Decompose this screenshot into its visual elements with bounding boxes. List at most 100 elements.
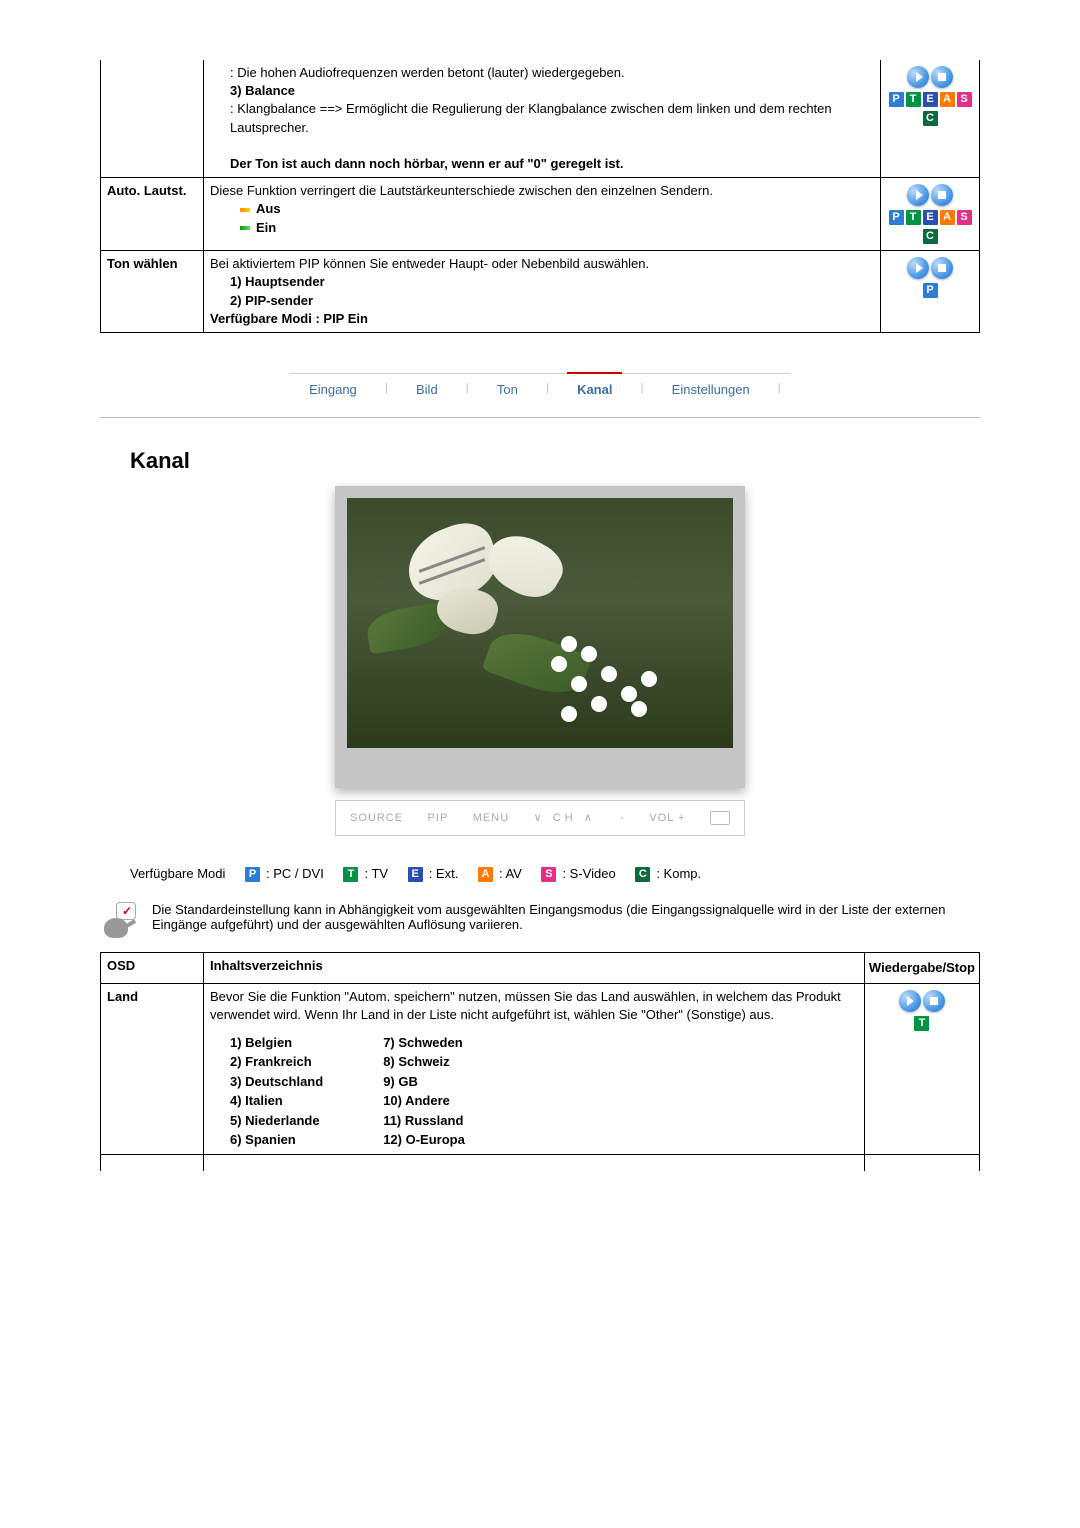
tab-bild[interactable]: Bild	[406, 382, 448, 397]
tag-s-icon: S	[957, 92, 972, 107]
btn-menu: MENU	[473, 812, 509, 824]
tag-c-icon: C	[923, 229, 938, 244]
modi-e: : Ext.	[429, 866, 459, 881]
tag-e-icon: E	[923, 210, 938, 225]
tab-eingang[interactable]: Eingang	[299, 382, 367, 397]
hdr-osd: OSD	[101, 952, 204, 983]
section-title: Kanal	[130, 448, 980, 474]
tag-p-icon: P	[889, 210, 904, 225]
tag-c-icon: C	[635, 867, 650, 882]
note-row: ✓ Die Standardeinstellung kann in Abhäng…	[100, 902, 980, 938]
play-icon[interactable]	[907, 184, 929, 206]
tag-p-icon: P	[889, 92, 904, 107]
ch-label: CH	[553, 812, 577, 824]
monitor-controls: SOURCE PIP MENU ∨ CH ∧ - VOL +	[335, 800, 745, 836]
sound-settings-table: : Die hohen Audiofrequenzen werden beton…	[100, 60, 980, 333]
flower-shape	[633, 703, 645, 715]
flower-shape	[623, 688, 635, 700]
sound-select-cell: Bei aktiviertem PIP können Sie entweder …	[204, 251, 881, 333]
land-desc: Bevor Sie die Funktion "Autom. speichern…	[210, 989, 841, 1022]
btn-ch: ∨ CH ∧	[534, 811, 596, 824]
option-on: Ein	[210, 219, 874, 237]
modi-c: : Komp.	[656, 866, 701, 881]
empty-cell	[204, 1154, 865, 1171]
tag-e-icon: E	[923, 92, 938, 107]
tab-einstellungen[interactable]: Einstellungen	[662, 382, 760, 397]
tab-separator: |	[466, 382, 469, 397]
modi-a: : AV	[499, 866, 522, 881]
sound-select-icons-cell: P	[881, 251, 980, 333]
play-icon[interactable]	[907, 257, 929, 279]
tab-kanal[interactable]: Kanal	[567, 372, 622, 397]
stop-icon[interactable]	[931, 184, 953, 206]
btn-pip: PIP	[428, 812, 449, 824]
modi-p: : PC / DVI	[266, 866, 324, 881]
auto-volume-desc: Diese Funktion verringert die Lautstärke…	[210, 183, 713, 198]
tag-a-icon: A	[940, 92, 955, 107]
land-icons-cell: T	[864, 984, 979, 1154]
empty-cell	[864, 1154, 979, 1171]
hdr-inhalt: Inhaltsverzeichnis	[204, 952, 865, 983]
tab-separator: |	[641, 382, 644, 397]
tag-t-icon: T	[914, 1016, 929, 1031]
country-item: 2) Frankreich	[230, 1052, 323, 1072]
flower-shape	[603, 668, 615, 680]
country-item: 1) Belgien	[230, 1033, 323, 1053]
monitor-illustration: SOURCE PIP MENU ∨ CH ∧ - VOL +	[335, 486, 745, 836]
land-cell: Bevor Sie die Funktion "Autom. speichern…	[204, 984, 865, 1154]
modi-s: : S-Video	[562, 866, 615, 881]
country-col-right: 7) Schweden 8) Schweiz 9) GB 10) Andere …	[383, 1033, 465, 1150]
tag-e-icon: E	[408, 867, 423, 882]
tag-a-icon: A	[940, 210, 955, 225]
btn-minus: -	[620, 812, 625, 824]
country-item: 10) Andere	[383, 1091, 465, 1111]
option-main: 1) Hauptsender	[210, 273, 874, 291]
country-col-left: 1) Belgien 2) Frankreich 3) Deutschland …	[230, 1033, 323, 1150]
flower-shape	[563, 638, 575, 650]
note-text: Die Standardeinstellung kann in Abhängig…	[152, 902, 980, 932]
balance-label: 3) Balance	[210, 82, 874, 100]
play-stop-icons[interactable]	[907, 184, 953, 206]
play-icon[interactable]	[899, 990, 921, 1012]
play-stop-icons[interactable]	[907, 66, 953, 88]
tab-ton[interactable]: Ton	[487, 382, 528, 397]
flower-shape	[553, 658, 565, 670]
sound-select-desc: Bei aktiviertem PIP können Sie entweder …	[210, 256, 649, 271]
country-item: 8) Schweiz	[383, 1052, 465, 1072]
stop-icon[interactable]	[931, 66, 953, 88]
play-icon[interactable]	[907, 66, 929, 88]
tag-t-icon: T	[343, 867, 358, 882]
country-item: 12) O-Europa	[383, 1130, 465, 1150]
country-item: 7) Schweden	[383, 1033, 465, 1053]
auto-volume-icons-cell: P T E A S C	[881, 178, 980, 251]
tag-c-icon: C	[923, 111, 938, 126]
mode-tags: T	[869, 1016, 975, 1031]
country-item: 5) Niederlande	[230, 1111, 323, 1131]
option-pip: 2) PIP-sender	[210, 292, 874, 310]
tab-separator: |	[385, 382, 388, 397]
flower-shape	[583, 648, 595, 660]
mode-tags: P T E A S	[885, 92, 975, 107]
play-stop-icons[interactable]	[907, 257, 953, 279]
flower-shape	[643, 673, 655, 685]
country-item: 6) Spanien	[230, 1130, 323, 1150]
power-icon	[710, 811, 730, 825]
stop-icon[interactable]	[931, 257, 953, 279]
tag-a-icon: A	[478, 867, 493, 882]
auto-volume-label: Auto. Lautst.	[101, 178, 204, 251]
country-item: 4) Italien	[230, 1091, 323, 1111]
mode-tags-row2: C	[885, 229, 975, 244]
sound-select-label: Ton wählen	[101, 251, 204, 333]
empty-cell	[101, 60, 204, 178]
flower-shape	[573, 678, 585, 690]
balance-cell: : Die hohen Audiofrequenzen werden beton…	[204, 60, 881, 178]
mode-tags: P T E A S	[885, 210, 975, 225]
stop-icon[interactable]	[923, 990, 945, 1012]
empty-cell	[101, 1154, 204, 1171]
available-modes-legend: Verfügbare Modi P: PC / DVI T: TV E: Ext…	[100, 866, 980, 882]
btn-source: SOURCE	[350, 812, 403, 824]
tag-t-icon: T	[906, 92, 921, 107]
available-modes: Verfügbare Modi : PIP Ein	[210, 310, 874, 328]
btn-vol: VOL +	[649, 812, 685, 824]
play-stop-icons[interactable]	[899, 990, 945, 1012]
